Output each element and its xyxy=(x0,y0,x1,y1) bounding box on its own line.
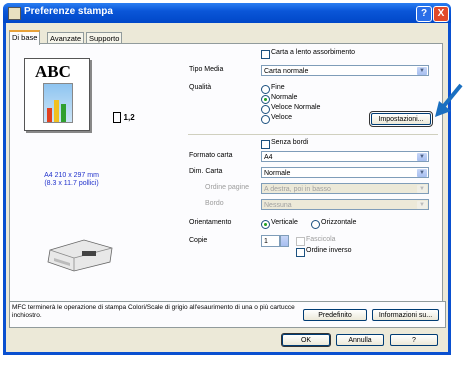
orientation-landscape-label: Orizzontale xyxy=(321,219,357,226)
chevron-down-icon: ▼ xyxy=(417,67,427,75)
media-type-select[interactable]: Carta normale ▼ xyxy=(261,65,429,76)
info-button[interactable]: Informazioni su... xyxy=(372,309,439,321)
chevron-down-icon: ▼ xyxy=(417,153,427,161)
page-size-select[interactable]: Normale ▼ xyxy=(261,167,429,178)
borderless-label: Senza bordi xyxy=(271,139,309,146)
reverse-order-label: Ordine inverso xyxy=(306,247,352,254)
quality-fast-normal-label: Veloce Normale xyxy=(271,104,321,111)
page-order-select: A destra, poi in basso ▼ xyxy=(261,183,429,194)
help-title-button[interactable]: ? xyxy=(416,6,432,22)
reverse-order-checkbox[interactable] xyxy=(296,248,305,257)
border-label: Bordo xyxy=(205,200,224,207)
orientation-landscape-radio[interactable] xyxy=(311,220,320,229)
quality-fast-label: Veloce xyxy=(271,114,293,121)
page-size-label: Dim. Carta xyxy=(189,168,223,175)
quality-normal-radio[interactable] xyxy=(261,95,270,104)
slow-dry-label: Carta a lento assorbimento xyxy=(271,49,356,56)
copies-input[interactable]: 1 xyxy=(261,235,280,247)
copies-spinner[interactable] xyxy=(280,235,289,247)
tab-panel: ABC 1,2 A4 210 x 297 mm (8.3 x 11.7 poll… xyxy=(9,43,443,309)
copies-preview-icon: 1,2 xyxy=(113,112,135,124)
preview-image xyxy=(43,83,73,123)
slow-dry-checkbox[interactable] xyxy=(261,50,270,59)
copies-badge: 1,2 xyxy=(123,113,135,122)
printer-app-icon xyxy=(8,7,21,20)
print-preferences-window: Preferenze stampa ? X Di base Avanzate S… xyxy=(3,3,451,355)
paper-size-mm: A4 210 x 297 mm xyxy=(44,172,99,179)
separator xyxy=(188,134,438,135)
copies-label: Copie xyxy=(189,237,208,244)
quality-fast-normal-radio[interactable] xyxy=(261,105,270,114)
printer-illustration-icon xyxy=(47,239,113,272)
preview-text: ABC xyxy=(35,62,71,81)
borderless-checkbox[interactable] xyxy=(261,140,270,149)
media-type-label: Tipo Media xyxy=(189,66,224,73)
settings-button[interactable]: Impostazioni... xyxy=(369,111,433,127)
paper-format-label: Formato carta xyxy=(189,152,233,159)
paper-format-select[interactable]: A4 ▼ xyxy=(261,151,429,162)
quality-fine-label: Fine xyxy=(271,84,285,91)
chevron-down-icon: ▼ xyxy=(417,169,427,177)
paper-size-info: A4 210 x 297 mm (8.3 x 11.7 pollici) xyxy=(44,172,99,188)
ok-button[interactable]: OK xyxy=(281,333,331,347)
status-area: MFC terminerà le operazione di stampa Co… xyxy=(9,301,446,328)
chevron-down-icon: ▼ xyxy=(417,201,427,209)
window-title: Preferenze stampa xyxy=(24,6,113,17)
quality-normal-label: Normale xyxy=(271,94,298,101)
title-bar[interactable]: Preferenze stampa ? X xyxy=(3,3,451,23)
callout-arrow-icon xyxy=(435,83,463,117)
paper-format-value: A4 xyxy=(264,154,273,161)
page-order-value: A destra, poi in basso xyxy=(264,186,331,193)
ink-message: MFC terminerà le operazione di stampa Co… xyxy=(12,304,295,319)
default-button[interactable]: Predefinito xyxy=(303,309,367,321)
border-value: Nessuna xyxy=(264,202,292,209)
dialog-body: Di base Avanzate Supporto ABC 1,2 A4 210… xyxy=(6,23,448,352)
quality-fast-radio[interactable] xyxy=(261,115,270,124)
paper-size-inches: (8.3 x 11.7 pollici) xyxy=(44,180,99,187)
copies-value: 1 xyxy=(264,238,268,245)
cancel-button[interactable]: Annulla xyxy=(336,334,384,346)
collate-label: Fascicola xyxy=(306,236,336,243)
tab-di-base[interactable]: Di base xyxy=(9,30,41,45)
quality-label: Qualità xyxy=(189,84,212,91)
close-button[interactable]: X xyxy=(433,6,449,22)
page-size-value: Normale xyxy=(264,170,291,177)
page-preview: ABC xyxy=(24,58,90,131)
chevron-down-icon: ▼ xyxy=(417,185,427,193)
collate-checkbox xyxy=(296,237,305,246)
orientation-portrait-radio[interactable] xyxy=(261,220,270,229)
page-order-label: Ordine pagine xyxy=(205,184,249,191)
help-button[interactable]: ? xyxy=(390,334,438,346)
border-select: Nessuna ▼ xyxy=(261,199,429,210)
quality-fine-radio[interactable] xyxy=(261,85,270,94)
orientation-portrait-label: Verticale xyxy=(271,219,298,226)
orientation-label: Orientamento xyxy=(189,219,232,226)
media-type-value: Carta normale xyxy=(264,68,309,75)
